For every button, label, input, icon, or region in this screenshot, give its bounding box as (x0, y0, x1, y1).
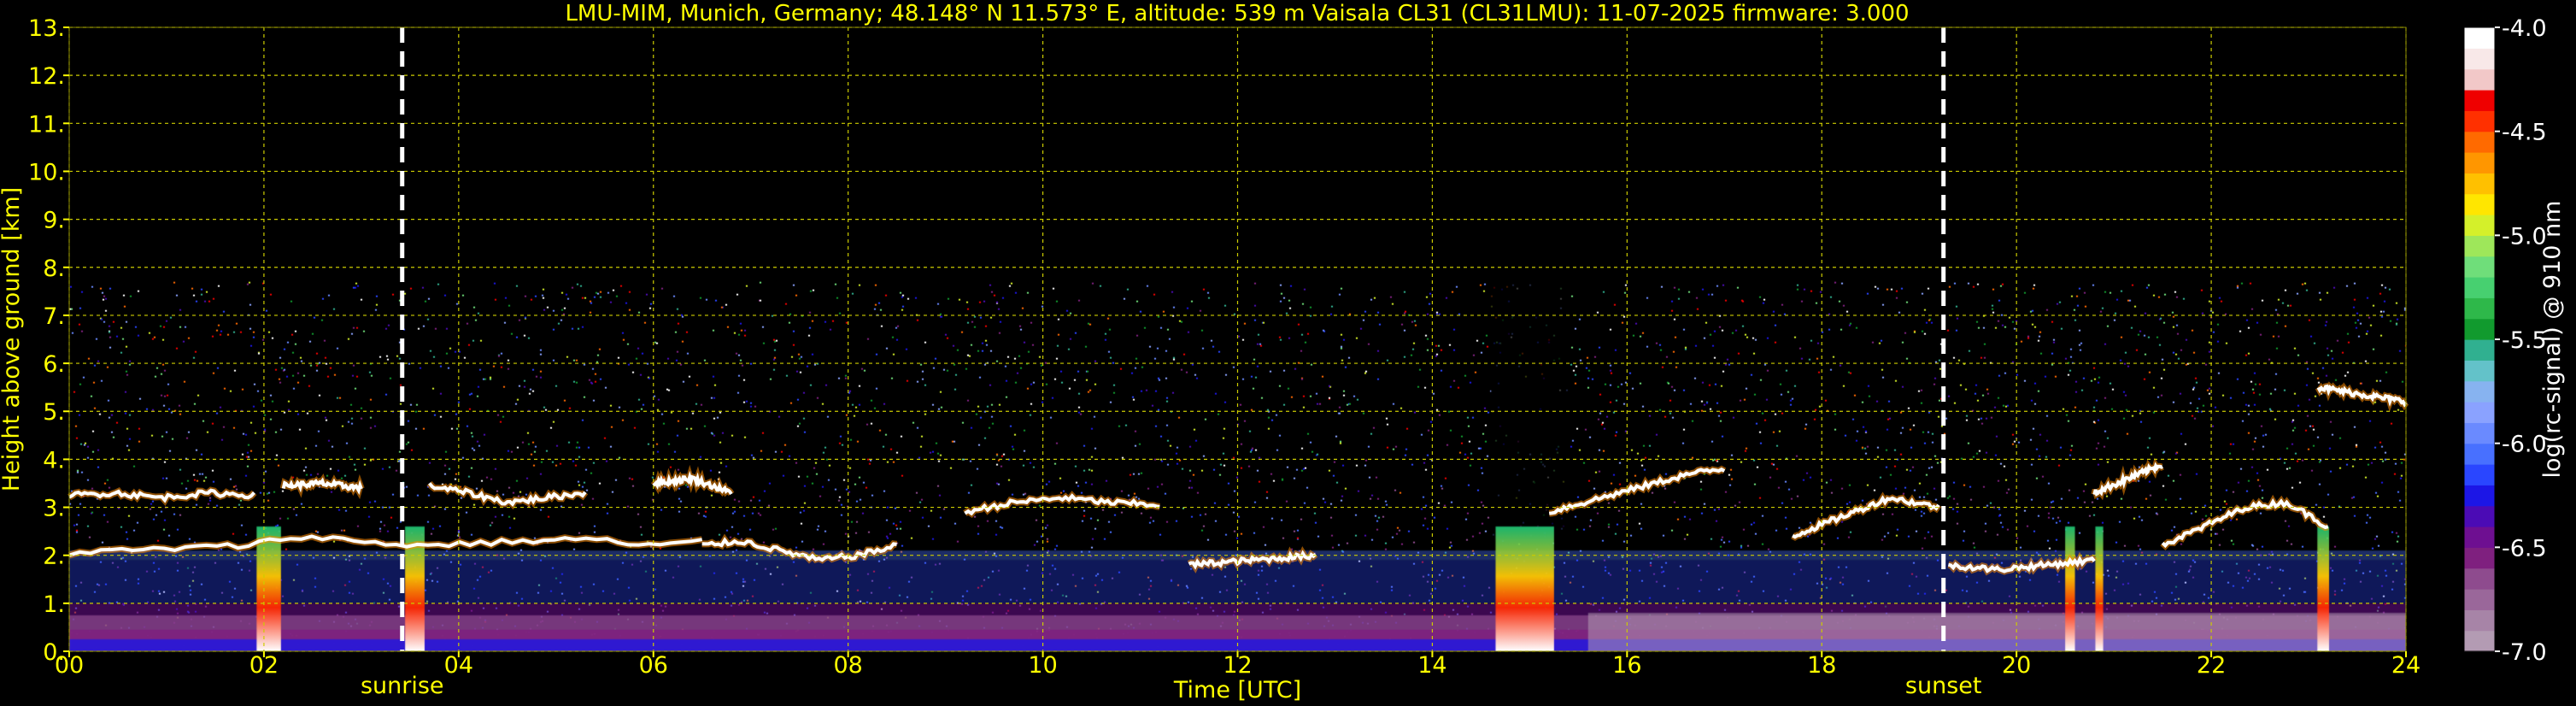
colorbar-tick-label: -7.0 (2502, 639, 2547, 666)
y-tick-label: 8. (43, 256, 65, 282)
colorbar-swatch (2464, 48, 2495, 70)
y-tick-label: 6. (43, 351, 65, 378)
colorbar-swatch (2464, 173, 2495, 195)
colorbar-swatch (2464, 339, 2495, 361)
x-tick-label: 10 (1028, 652, 1057, 679)
x-tick-label: 18 (1807, 652, 1836, 679)
colorbar-swatch (2464, 297, 2495, 320)
y-tick-label: 4. (43, 447, 65, 474)
colorbar-swatch (2464, 380, 2495, 403)
colorbar-tick-label: -4.0 (2502, 15, 2547, 42)
y-tick-label: 13. (28, 15, 65, 42)
colorbar-tick-label: -6.5 (2502, 535, 2547, 562)
colorbar-swatch (2464, 547, 2495, 569)
colorbar-swatch (2464, 110, 2495, 132)
plot-area (67, 26, 2409, 652)
x-tick-label: 22 (2197, 652, 2226, 679)
colorbar-swatch (2464, 402, 2495, 423)
colorbar-swatch (2464, 152, 2495, 174)
colorbar-swatch (2464, 443, 2495, 465)
x-tick-label: 14 (1417, 652, 1446, 679)
x-tick-label: 12 (1223, 652, 1252, 679)
colorbar-swatch (2464, 360, 2495, 382)
colorbar-swatch (2464, 277, 2495, 298)
colorbar-swatch (2464, 235, 2495, 257)
colorbar-label: log(rc-signal) @ 910 nm (2539, 201, 2566, 479)
x-tick-label: 06 (639, 652, 668, 679)
y-tick-label: 12. (28, 63, 65, 90)
x-tick-label: 24 (2391, 652, 2421, 679)
colorbar-swatch (2464, 256, 2495, 278)
colorbar-swatch (2464, 630, 2495, 652)
ceilometer-chart: LMU-MIM, Munich, Germany; 48.148° N 11.5… (0, 0, 2576, 706)
colorbar-swatch (2464, 318, 2495, 340)
y-axis-label: Height above ground [km] (0, 187, 25, 491)
y-tick-label: 5. (43, 399, 65, 426)
x-tick-label: 16 (1612, 652, 1641, 679)
colorbar-tick-label: -4.5 (2502, 120, 2547, 146)
colorbar-swatch (2464, 485, 2495, 507)
colorbar-swatch (2464, 527, 2495, 548)
colorbar-swatch (2464, 90, 2495, 111)
y-tick-label: 9. (43, 208, 65, 234)
colorbar-swatch (2464, 68, 2495, 91)
colorbar-swatch (2464, 568, 2495, 590)
y-tick-label: 3. (43, 496, 65, 522)
sunrise-label: sunrise (361, 673, 444, 699)
y-tick-label: 0. (43, 639, 65, 666)
y-tick-label: 10. (28, 159, 65, 185)
colorbar-swatch (2464, 193, 2495, 215)
x-tick-label: 02 (249, 652, 279, 679)
x-tick-label: 20 (2002, 652, 2031, 679)
y-tick-label: 2. (43, 544, 65, 570)
colorbar-swatch (2464, 589, 2495, 610)
colorbar-swatch (2464, 609, 2495, 632)
colorbar-swatch (2464, 464, 2495, 485)
sunset-label: sunset (1905, 673, 1982, 699)
y-tick-label: 7. (43, 303, 65, 330)
colorbar-swatch (2464, 27, 2495, 49)
x-tick-label: 08 (833, 652, 862, 679)
colorbar-swatch (2464, 422, 2495, 444)
y-tick-label: 1. (43, 591, 65, 618)
y-tick-label: 11. (28, 111, 65, 138)
chart-title: LMU-MIM, Munich, Germany; 48.148° N 11.5… (565, 1, 1909, 26)
colorbar-swatch (2464, 131, 2495, 153)
x-tick-label: 04 (444, 652, 473, 679)
colorbar-swatch (2464, 505, 2495, 527)
colorbar-swatch (2464, 215, 2495, 236)
x-axis-label: Time [UTC] (1173, 677, 1301, 703)
